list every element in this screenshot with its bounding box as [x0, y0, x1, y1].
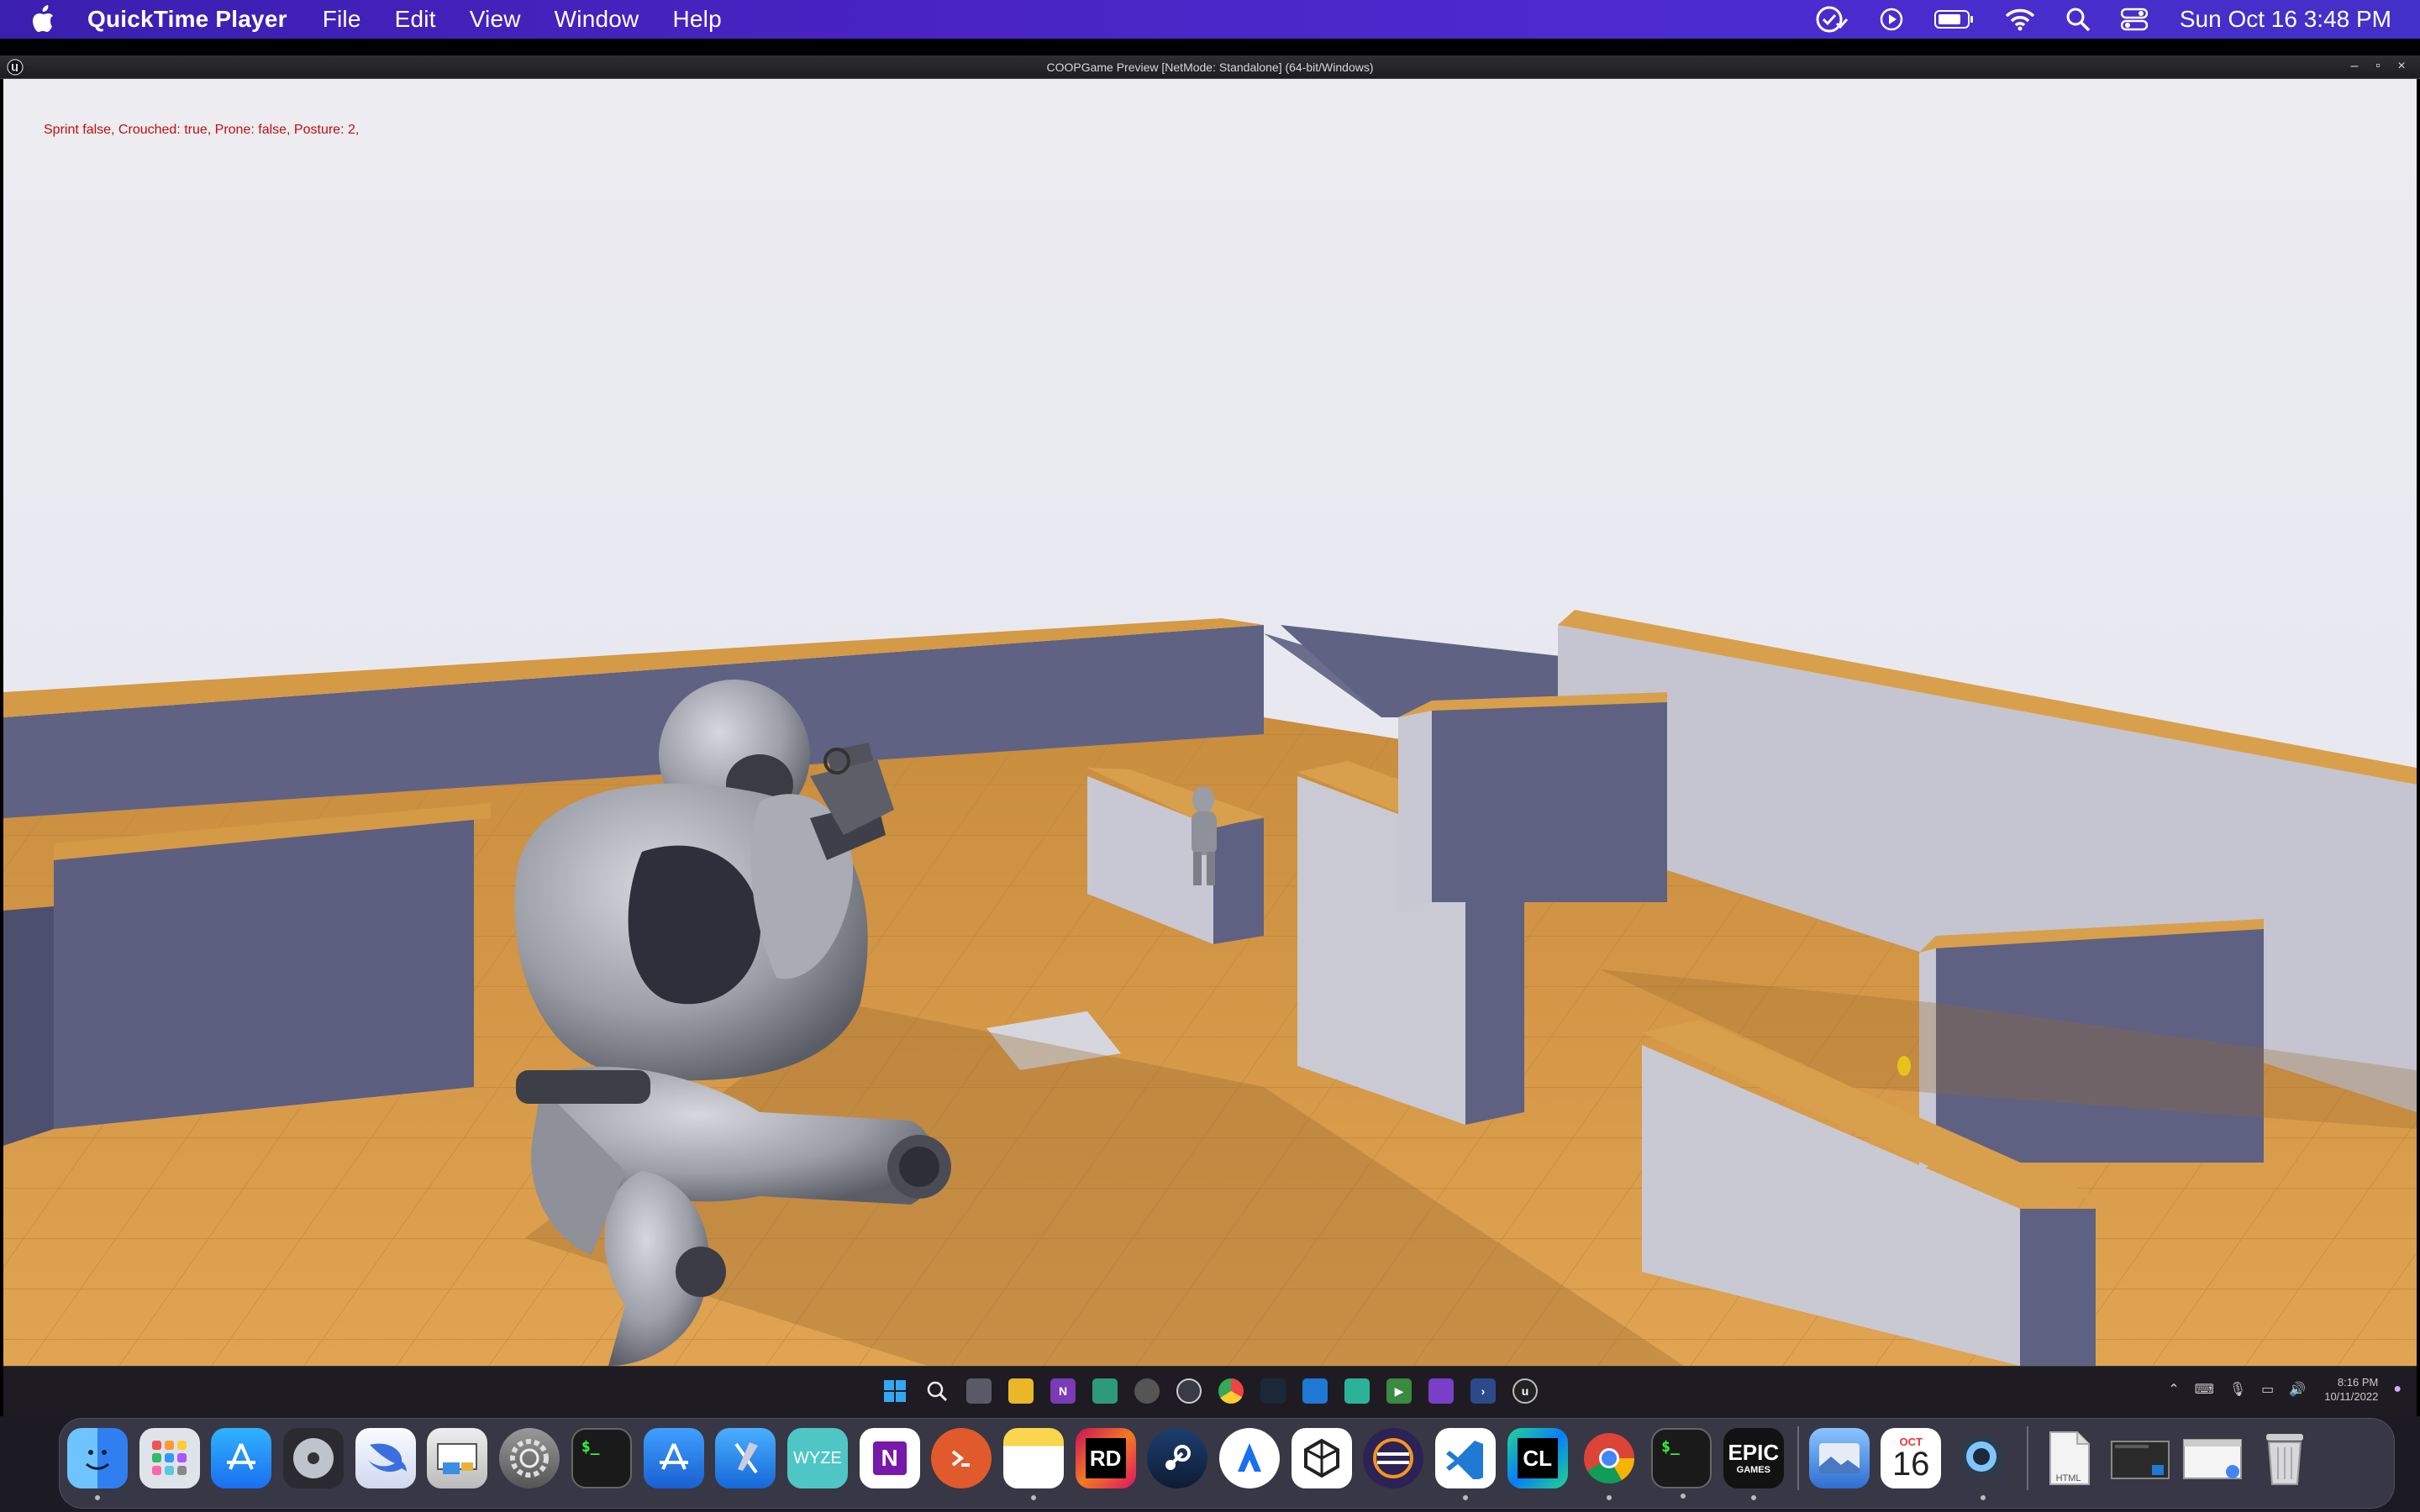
spotlight-search-icon[interactable]: [2065, 7, 2091, 32]
simulator-icon[interactable]: [643, 1428, 704, 1488]
wyze-icon[interactable]: WYZE: [786, 1428, 848, 1488]
app-icon[interactable]: [1344, 1378, 1370, 1404]
search-icon[interactable]: [924, 1378, 950, 1404]
epic-games-icon[interactable]: EPIC GAMES: [1723, 1428, 1784, 1500]
screenshot-stack-icon[interactable]: [2110, 1428, 2170, 1488]
vscode-icon[interactable]: [1302, 1378, 1328, 1404]
launchpad-icon[interactable]: [139, 1428, 200, 1488]
eclipse-icon[interactable]: [1363, 1428, 1424, 1488]
calendar-icon[interactable]: OCT 16: [1881, 1428, 1942, 1488]
help-menu[interactable]: Help: [672, 6, 721, 33]
rider-icon[interactable]: ▶: [1386, 1378, 1412, 1404]
microphone-icon[interactable]: 🎙: [2229, 1381, 2246, 1398]
altool-icon[interactable]: [1219, 1428, 1280, 1488]
chrome-canary-icon[interactable]: [1134, 1378, 1160, 1404]
trash-icon[interactable]: [2254, 1428, 2315, 1488]
remote-desktop-icon[interactable]: [931, 1428, 992, 1488]
steam-icon[interactable]: [1147, 1428, 1208, 1488]
clion-icon[interactable]: CL: [1507, 1428, 1568, 1488]
xcode-icon[interactable]: [715, 1428, 776, 1488]
file-menu[interactable]: File: [323, 6, 361, 33]
apple-icon[interactable]: [30, 4, 59, 34]
windows-start-icon[interactable]: [882, 1378, 908, 1404]
checklist-icon[interactable]: [1815, 5, 1849, 34]
preview-icon[interactable]: [427, 1428, 488, 1488]
chrome-icon[interactable]: [1218, 1378, 1244, 1404]
photos-icon[interactable]: [1808, 1428, 1870, 1488]
chevron-up-icon[interactable]: ⌃: [2168, 1381, 2179, 1398]
app-store-icon[interactable]: [211, 1428, 272, 1488]
finder-icon[interactable]: [67, 1428, 128, 1500]
rider-icon[interactable]: RD: [1075, 1428, 1136, 1488]
window-title-bar[interactable]: COOPGame Preview [NetMode: Standalone] (…: [0, 55, 2420, 79]
notification-icon[interactable]: ●: [2393, 1382, 2402, 1397]
window-menu[interactable]: Window: [555, 6, 639, 33]
notes-icon[interactable]: [1002, 1428, 1064, 1500]
dock-separator: [1797, 1426, 1799, 1490]
game-viewport[interactable]: Sprint false, Crouched: true, Prone: fal…: [3, 79, 2417, 1366]
play-circle-icon[interactable]: [1879, 7, 1904, 32]
visual-studio-icon[interactable]: [1428, 1378, 1454, 1404]
minimize-button[interactable]: –: [2343, 58, 2366, 75]
powershell-icon[interactable]: ›: [1470, 1378, 1496, 1404]
steam-icon[interactable]: [1260, 1378, 1286, 1404]
windows-taskbar: N ▶ › u ⌃ ⌨ 🎙 ▭ 🔊 8:16 PM 10/11/2022 ●: [3, 1366, 2417, 1416]
wifi-icon[interactable]: [2005, 8, 2035, 31]
terminal-icon[interactable]: $_: [1651, 1428, 1712, 1499]
unreal-engine-logo-icon: [7, 59, 24, 76]
html-file-icon[interactable]: HTML: [2039, 1428, 2099, 1488]
game-scene: [3, 79, 2417, 1366]
onenote-icon[interactable]: N: [859, 1428, 920, 1488]
unreal-engine-icon[interactable]: u: [1512, 1378, 1538, 1404]
edit-menu[interactable]: Edit: [395, 6, 436, 33]
menu-bar: QuickTime Player File Edit View Window H…: [0, 0, 2420, 39]
onenote-icon[interactable]: N: [1050, 1378, 1076, 1404]
network-icon[interactable]: ▭: [2261, 1381, 2274, 1398]
maximize-button[interactable]: ▫: [2366, 58, 2390, 75]
volume-icon[interactable]: 🔊: [2289, 1381, 2306, 1398]
dock-icons: $_ WYZE N RD CL $_ EPIC GAMES OCT 16 HTM…: [67, 1425, 2326, 1500]
swift-icon[interactable]: [355, 1428, 416, 1488]
settings-icon[interactable]: [499, 1428, 560, 1488]
system-tray: ⌃ ⌨ 🎙 ▭ 🔊 8:16 PM 10/11/2022 ●: [2153, 1375, 2402, 1404]
quicktime-icon[interactable]: [1953, 1428, 2013, 1500]
debug-overlay-text: Sprint false, Crouched: true, Prone: fal…: [44, 123, 360, 137]
close-button[interactable]: ×: [2390, 58, 2413, 75]
obs-icon[interactable]: [1176, 1378, 1202, 1404]
battery-icon[interactable]: [1933, 9, 1975, 29]
menu-bar-clock[interactable]: Sun Oct 16 3:48 PM: [2180, 6, 2391, 33]
keyboard-icon[interactable]: ⌨: [2195, 1381, 2214, 1398]
vscode-icon[interactable]: [1435, 1428, 1497, 1500]
control-center-icon[interactable]: [2120, 8, 2148, 31]
terminal-icon[interactable]: $_: [571, 1428, 632, 1488]
chrome-icon[interactable]: [1579, 1428, 1639, 1500]
window-stack-icon[interactable]: [2182, 1428, 2243, 1488]
dock-separator: [2026, 1426, 2028, 1490]
unity-icon[interactable]: [1291, 1428, 1352, 1488]
task-view-icon[interactable]: [966, 1378, 992, 1404]
disc-icon[interactable]: [283, 1428, 345, 1488]
file-explorer-icon[interactable]: [1008, 1378, 1034, 1404]
window-title: COOPGame Preview [NetMode: Standalone] (…: [1046, 60, 1374, 74]
app-icon[interactable]: [1092, 1378, 1118, 1404]
view-menu[interactable]: View: [470, 6, 521, 33]
taskbar-clock[interactable]: 8:16 PM 10/11/2022: [2324, 1375, 2378, 1404]
app-menu[interactable]: QuickTime Player: [87, 6, 287, 33]
